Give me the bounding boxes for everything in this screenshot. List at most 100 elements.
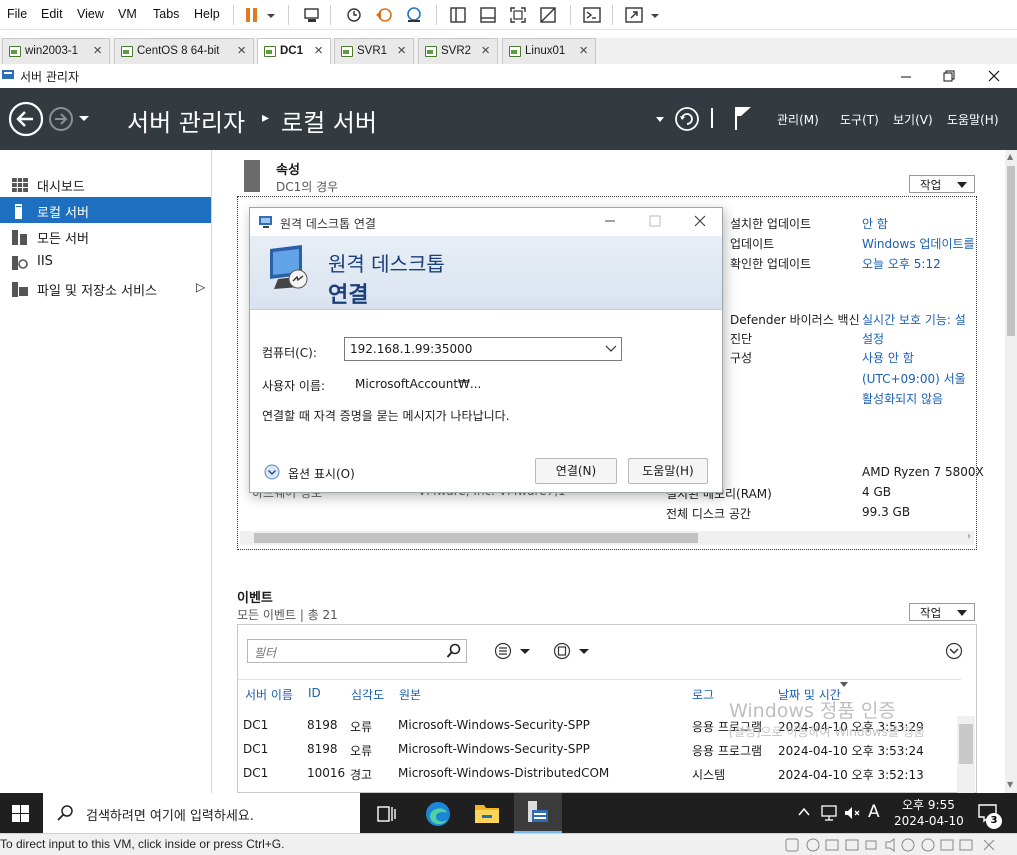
scroll-thumb[interactable] [959, 724, 973, 764]
column-server-name[interactable]: 서버 이름 [245, 686, 293, 703]
close-icon[interactable]: × [579, 42, 588, 59]
prop-value-checked-updates[interactable]: 오늘 오후 5:12 [862, 255, 941, 272]
connect-button[interactable]: 연결(N) [535, 458, 617, 484]
scroll-right-icon[interactable]: › [967, 531, 971, 542]
terminal-icon[interactable] [582, 5, 602, 25]
menu-edit[interactable]: Edit [41, 7, 63, 21]
close-icon[interactable]: × [93, 42, 102, 59]
back-button[interactable] [7, 100, 45, 138]
column-severity[interactable]: 심각도 [351, 686, 384, 703]
task-view-icon[interactable] [377, 805, 397, 823]
stretch-dropdown-icon[interactable] [648, 5, 668, 25]
menu-file[interactable]: File [7, 7, 27, 21]
file-explorer-icon[interactable] [474, 801, 500, 825]
snapshot-manager-icon[interactable] [404, 5, 424, 25]
list-options-icon[interactable] [494, 642, 534, 660]
unity-icon[interactable] [538, 5, 558, 25]
computer-combobox[interactable]: 192.168.1.99:35000 [344, 337, 622, 361]
sidebar-item-local-server[interactable]: 로컬 서버 [0, 197, 211, 223]
column-log[interactable]: 로그 [692, 686, 714, 703]
prop-value-diagnostics[interactable]: 설정 [862, 330, 884, 347]
ime-indicator[interactable]: A [868, 802, 880, 822]
tab-linux01[interactable]: Linux01 × [502, 38, 596, 64]
menu-help[interactable]: Help [194, 7, 220, 21]
minimize-button[interactable] [898, 68, 914, 84]
close-icon[interactable]: × [397, 42, 406, 59]
taskbar-search[interactable]: 검색하려면 여기에 입력하세요. [43, 793, 360, 833]
server-manager-taskbar-button[interactable] [514, 793, 562, 833]
notifications-flag-icon[interactable] [733, 105, 753, 131]
power-dropdown-icon[interactable] [264, 5, 284, 25]
tab-svr2[interactable]: SVR2 × [418, 38, 498, 64]
main-vscrollbar[interactable]: ▲ ▼ [1005, 150, 1017, 793]
stretch-guest-icon[interactable] [624, 5, 644, 25]
fullscreen-icon[interactable] [508, 5, 528, 25]
scroll-thumb[interactable] [254, 533, 698, 543]
prop-value-installed-updates[interactable]: 안 함 [862, 215, 888, 232]
expand-arrow-icon[interactable]: ▷ [196, 280, 205, 294]
send-ctrl-alt-del-icon[interactable] [302, 5, 322, 25]
refresh-dropdown-icon[interactable] [655, 116, 665, 124]
refresh-icon[interactable] [674, 106, 700, 132]
filter-input[interactable]: 필터 [247, 639, 467, 663]
menu-tools[interactable]: 도구(T) [840, 111, 879, 128]
sidebar-item-all-servers[interactable]: 모든 서버 [0, 223, 211, 249]
menu-view[interactable]: View [77, 7, 104, 21]
close-button[interactable] [986, 68, 1002, 84]
properties-task-button[interactable]: 작업 [909, 175, 975, 193]
close-icon[interactable]: × [314, 42, 323, 59]
prop-value-config[interactable]: 사용 안 함 [862, 349, 914, 366]
prop-value-timezone[interactable]: (UTC+09:00) 서울 [862, 370, 966, 387]
table-row[interactable]: DC1 10016 경고 Microsoft-Windows-Distribut… [238, 760, 958, 782]
suspend-icon[interactable] [242, 5, 262, 25]
forward-button[interactable] [47, 105, 75, 133]
events-vscrollbar[interactable] [957, 716, 975, 793]
sidebar-view-icon[interactable] [448, 5, 468, 25]
revert-snapshot-icon[interactable] [374, 5, 394, 25]
snapshot-icon[interactable] [344, 5, 364, 25]
prop-value-windows-update[interactable]: Windows 업데이트를 [862, 235, 975, 252]
scroll-up-icon[interactable]: ▲ [1007, 152, 1013, 161]
column-source[interactable]: 원본 [399, 686, 421, 703]
scroll-thumb[interactable] [1007, 166, 1015, 336]
column-id[interactable]: ID [308, 686, 321, 700]
minimize-button[interactable] [603, 214, 617, 228]
expand-collapse-icon[interactable] [945, 642, 963, 660]
close-button[interactable] [693, 214, 707, 228]
show-options-link[interactable]: 옵션 표시(O) [288, 465, 355, 482]
tab-centos[interactable]: CentOS 8 64-bit × [114, 38, 254, 64]
help-button[interactable]: 도움말(H) [628, 458, 708, 484]
volume-muted-icon[interactable] [843, 804, 861, 822]
prop-value-activation[interactable]: 활성화되지 않음 [862, 390, 943, 407]
tab-win2003-1[interactable]: win2003-1 × [2, 38, 110, 64]
network-icon[interactable] [820, 804, 838, 822]
prop-value-defender[interactable]: 실시간 보호 기능: 설 [862, 311, 966, 328]
menu-help[interactable]: 도움말(H) [947, 111, 999, 128]
properties-hscrollbar[interactable]: › [240, 531, 974, 545]
device-status-icons[interactable] [784, 838, 1014, 852]
scroll-down-icon[interactable]: ▼ [1007, 780, 1013, 789]
events-task-button[interactable]: 작업 [909, 603, 975, 621]
clock-time[interactable]: 오후 9:55 [902, 796, 955, 813]
menu-tabs[interactable]: Tabs [153, 7, 179, 21]
tab-dc1[interactable]: DC1 × [257, 38, 331, 64]
console-view-icon[interactable] [478, 5, 498, 25]
show-hidden-icons[interactable] [797, 805, 811, 819]
sidebar-item-file-storage[interactable]: 파일 및 저장소 서비스 ▷ [0, 275, 211, 301]
save-query-icon[interactable] [553, 642, 593, 660]
close-icon[interactable]: × [237, 42, 246, 59]
chevron-down-icon[interactable] [605, 344, 617, 354]
sidebar-item-iis[interactable]: IIS [0, 249, 211, 275]
show-options-icon[interactable] [264, 464, 280, 480]
menu-manage[interactable]: 관리(M) [777, 111, 819, 128]
sidebar-item-dashboard[interactable]: 대시보드 [0, 171, 211, 197]
close-icon[interactable]: × [481, 42, 490, 59]
tab-svr1[interactable]: SVR1 × [334, 38, 414, 64]
edge-icon[interactable] [425, 801, 451, 827]
windows-start-icon[interactable] [12, 805, 29, 822]
search-icon[interactable] [446, 643, 462, 659]
history-dropdown-icon[interactable] [78, 115, 90, 123]
menu-view[interactable]: 보기(V) [893, 111, 933, 128]
menu-vm[interactable]: VM [118, 7, 137, 21]
clock-date[interactable]: 2024-04-10 [894, 814, 964, 828]
